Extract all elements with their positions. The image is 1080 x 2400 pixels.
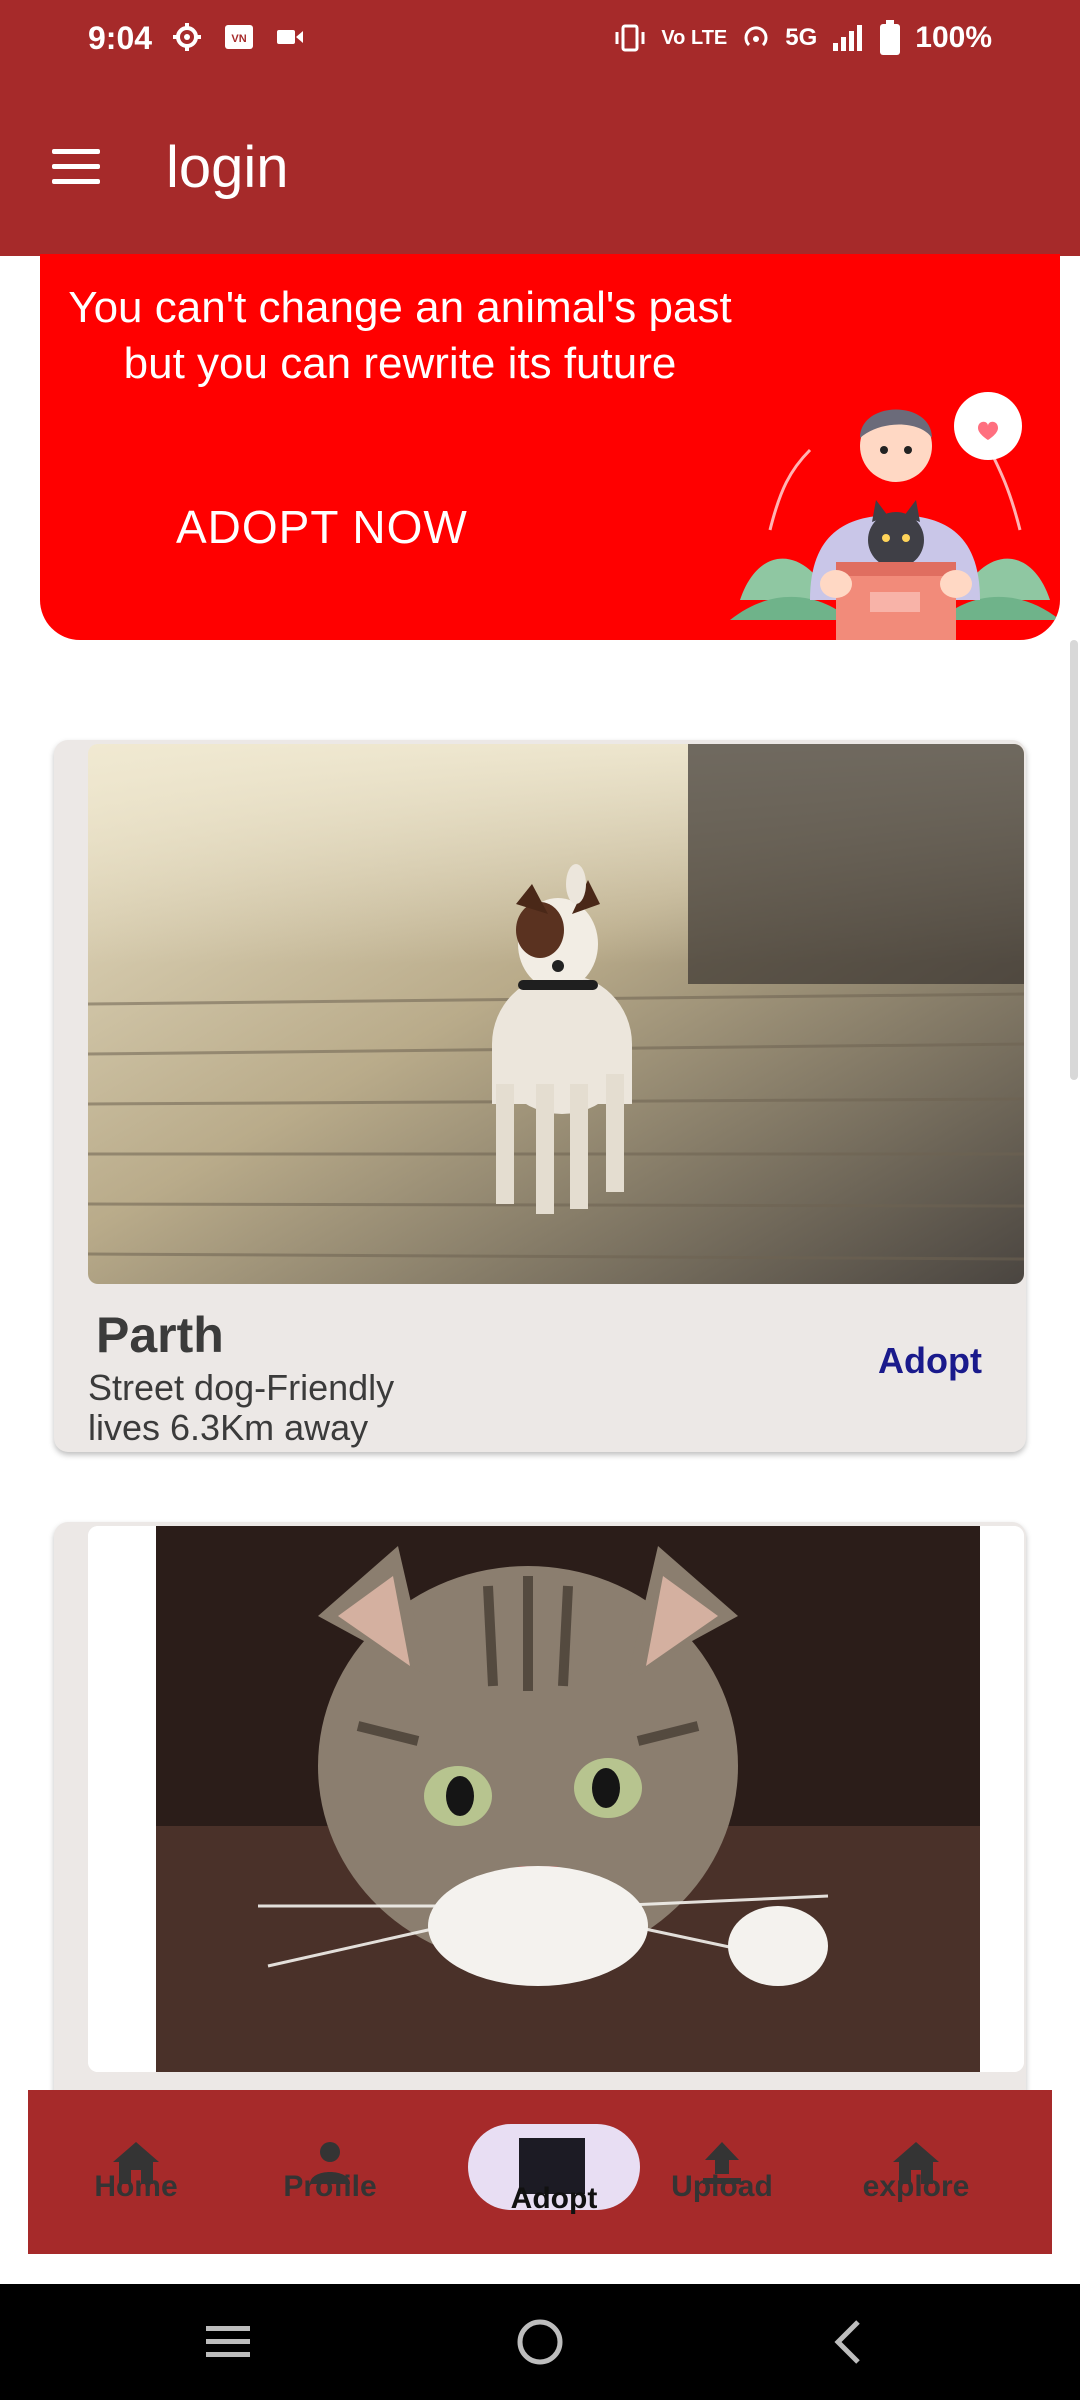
adopt-banner: You can't change an animal's past but yo… [40, 254, 1060, 640]
pet-name: Parth [96, 1307, 224, 1363]
cat-photo [88, 1526, 1024, 2072]
nav-home-label: Home [94, 2170, 178, 2203]
adopt-now-button[interactable]: ADOPT NOW [176, 500, 468, 554]
network-label: 5G [785, 24, 818, 51]
pet-type: Street dog-Friendly [88, 1367, 395, 1408]
pet-card[interactable]: Parth Street dog-Friendly lives 6.3Km aw… [54, 740, 1026, 1452]
status-right: Vo LTE 5G 100% [613, 20, 992, 56]
signal-icon [833, 25, 863, 51]
status-bar: 9:04 VN Vo LTE 5G 100% [0, 0, 1080, 84]
dog-photo [88, 744, 1024, 1284]
vibrate-icon [615, 24, 645, 52]
pet-distance: lives 6.3Km away [88, 1407, 369, 1448]
battery-level: 100% [915, 21, 992, 54]
back-icon[interactable] [820, 2314, 876, 2370]
video-icon [277, 30, 303, 44]
nav-explore-label: explore [862, 2170, 970, 2203]
home-circle-icon[interactable] [512, 2314, 568, 2370]
settings-icon [173, 23, 201, 51]
system-navigation-bar [0, 2284, 1080, 2400]
app-bar: login [0, 84, 1080, 256]
hamburger-menu-icon[interactable] [40, 136, 112, 196]
person-with-cat-illustration [730, 392, 1060, 640]
nav-adopt-label[interactable]: Adopt [468, 2182, 640, 2216]
nav-upload[interactable]: Upload [642, 2140, 802, 2204]
nav-profile-label: Profile [283, 2170, 377, 2203]
battery-icon [880, 20, 901, 55]
adopt-button[interactable]: Adopt [878, 1340, 982, 1382]
nav-explore[interactable]: explore [836, 2140, 996, 2204]
svg-text:VN: VN [231, 33, 246, 45]
page-title: login [166, 135, 289, 200]
volte-label: Vo LTE [661, 26, 728, 49]
vn-icon: VN [225, 25, 253, 49]
nav-upload-label: Upload [671, 2170, 773, 2203]
status-left-icons: VN [172, 22, 304, 52]
banner-quote: You can't change an animal's past but yo… [68, 283, 732, 388]
hotspot-icon [744, 26, 768, 47]
nav-home[interactable]: Home [56, 2140, 216, 2204]
pet-card[interactable] [54, 1522, 1026, 2122]
pet-description: Street dog-Friendly lives 6.3Km away [88, 1368, 394, 1448]
recents-icon[interactable] [200, 2314, 256, 2370]
nav-profile[interactable]: Profile [250, 2140, 410, 2204]
scrollbar[interactable] [1070, 640, 1078, 1080]
bottom-navigation: Home Profile Adopt Upload explore [28, 2090, 1052, 2254]
status-time: 9:04 [88, 20, 153, 56]
